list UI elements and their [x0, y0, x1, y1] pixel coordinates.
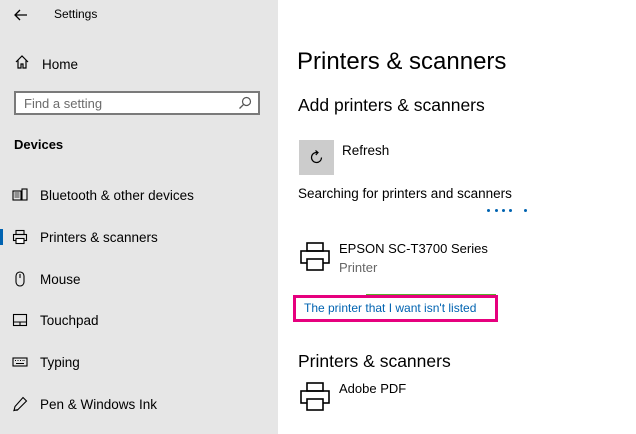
add-printers-heading: Add printers & scanners: [298, 95, 485, 115]
devices-section-title: Devices: [14, 137, 64, 152]
sidebar-item-typing[interactable]: Typing: [0, 347, 278, 377]
device-name: EPSON SC-T3700 Series: [339, 241, 488, 256]
home-nav-item[interactable]: Home: [14, 54, 79, 75]
sidebar-item-bluetooth[interactable]: Bluetooth & other devices: [0, 180, 278, 210]
searching-status: Searching for printers and scanners: [298, 186, 512, 201]
sidebar-item-label: Printers & scanners: [40, 229, 158, 245]
device-type: Printer: [339, 260, 378, 275]
sidebar-item-touchpad[interactable]: Touchpad: [0, 305, 278, 335]
search-input[interactable]: [16, 93, 234, 113]
refresh-button[interactable]: [299, 140, 334, 175]
sidebar-item-label: Mouse: [40, 271, 81, 287]
page-title: Printers & scanners: [297, 48, 507, 75]
home-icon: [14, 54, 30, 75]
search-icon[interactable]: [238, 96, 252, 110]
sidebar-item-label: Typing: [40, 354, 80, 370]
bluetooth-devices-icon: [12, 187, 28, 203]
printer-icon: [299, 241, 331, 273]
sidebar-item-pen-ink[interactable]: Pen & Windows Ink: [0, 389, 278, 419]
printer-icon: [299, 381, 331, 413]
refresh-icon: [310, 150, 323, 164]
highlight-box: The printer that I want isn't listed: [293, 295, 498, 322]
app-title: Settings: [54, 7, 98, 21]
device-name: Adobe PDF: [339, 381, 407, 396]
installed-printer-item[interactable]: Adobe PDF: [299, 381, 499, 421]
touchpad-icon: [12, 312, 28, 328]
sidebar-item-mouse[interactable]: Mouse: [0, 264, 278, 294]
sidebar-item-label: Bluetooth & other devices: [40, 187, 194, 203]
back-arrow-icon[interactable]: [12, 6, 30, 24]
keyboard-icon: [12, 354, 28, 370]
sidebar-item-printers-scanners[interactable]: Printers & scanners: [0, 222, 278, 252]
refresh-label[interactable]: Refresh: [342, 143, 389, 158]
mouse-icon: [12, 271, 28, 287]
printer-icon: [12, 229, 28, 245]
sidebar-item-label: Pen & Windows Ink: [40, 396, 158, 412]
sidebar-item-label: Touchpad: [40, 312, 99, 328]
found-printer-item[interactable]: EPSON SC-T3700 Series Printer: [299, 241, 499, 281]
installed-printers-heading: Printers & scanners: [298, 351, 451, 371]
settings-search-box[interactable]: [14, 91, 260, 115]
home-label: Home: [42, 56, 79, 72]
pen-icon: [12, 396, 28, 412]
printer-not-listed-link[interactable]: The printer that I want isn't listed: [304, 301, 476, 315]
sidebar: Settings Home Devices Bluetooth & other: [0, 0, 278, 434]
